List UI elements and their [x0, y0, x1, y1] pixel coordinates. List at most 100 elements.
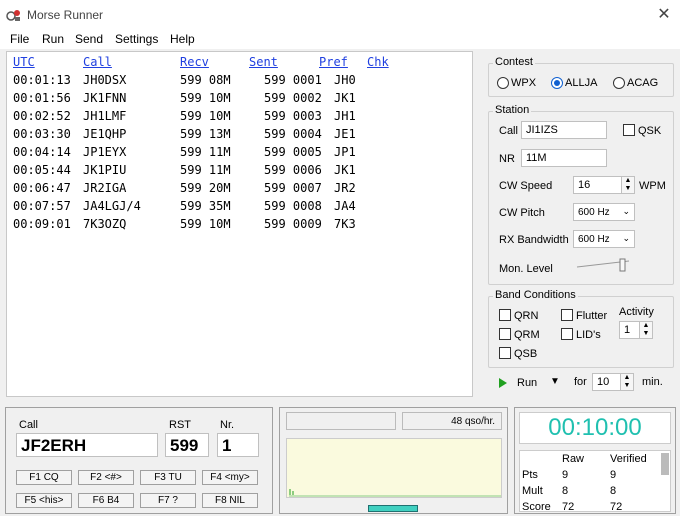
log-sent: 599 0001	[264, 73, 322, 87]
log-call: 7K3OZQ	[83, 217, 127, 231]
qrm-label[interactable]: QRM	[514, 329, 540, 341]
chevron-down-icon: ⌄	[622, 233, 630, 243]
log-pref: JK1	[334, 163, 356, 177]
menu-file[interactable]: File	[10, 32, 29, 46]
wpm-label: WPM	[639, 180, 666, 192]
log-sent: 599 0007	[264, 181, 322, 195]
cw-speed-label: CW Speed	[499, 180, 553, 192]
spin-updown-icon[interactable]: ▲ ▼	[621, 177, 634, 193]
qsb-checkbox[interactable]	[499, 347, 511, 359]
scrollbar[interactable]	[661, 453, 669, 475]
contest-legend: Contest	[493, 56, 535, 68]
station-call-input[interactable]: JI1IZS	[521, 121, 607, 139]
log-utc: 00:02:52	[13, 109, 71, 123]
log-call: JH1LMF	[83, 109, 127, 123]
rx-bandwidth-select[interactable]: 600 Hz ⌄	[573, 230, 635, 248]
log-utc: 00:04:14	[13, 145, 71, 159]
band-scope	[286, 438, 502, 498]
f5-his-button[interactable]: F5 <his>	[16, 493, 72, 508]
min-label: min.	[642, 376, 663, 388]
log-utc: 00:01:56	[13, 91, 71, 105]
log-call: JE1QHP	[83, 127, 127, 141]
f1-cq-button[interactable]: F1 CQ	[16, 470, 72, 485]
flutter-label[interactable]: Flutter	[576, 310, 607, 322]
qrn-label[interactable]: QRN	[514, 310, 538, 322]
col-recv[interactable]: Recv	[180, 55, 209, 69]
contest-group: Contest WPX ALLJA ACAG	[488, 56, 674, 97]
menu-run[interactable]: Run	[42, 32, 64, 46]
close-icon[interactable]: ✕	[652, 4, 676, 26]
score-panel: 00:10:00 Raw Verified Pts 9 9 Mult 8 8 S…	[514, 407, 676, 514]
radio-allja-label[interactable]: ALLJA	[565, 77, 597, 89]
qso-log[interactable]: UTC Call Recv Sent Pref Chk 00:01:13 JH0D…	[6, 51, 473, 397]
lids-checkbox[interactable]	[561, 328, 573, 340]
run-button[interactable]: Run	[517, 377, 537, 389]
log-recv: 599 13M	[180, 127, 231, 141]
menu-send[interactable]: Send	[75, 32, 103, 46]
log-call: JR2IGA	[83, 181, 127, 195]
play-icon[interactable]	[499, 378, 507, 388]
entry-call-input[interactable]: JF2ERH	[16, 433, 158, 457]
f7-question-button[interactable]: F7 ?	[140, 493, 196, 508]
radio-wpx-label[interactable]: WPX	[511, 77, 536, 89]
f8-nil-button[interactable]: F8 NIL	[202, 493, 258, 508]
monitor-panel: 48 qso/hr.	[279, 407, 508, 514]
band-conditions-legend: Band Conditions	[493, 289, 578, 301]
col-utc[interactable]: UTC	[13, 55, 35, 69]
score-verified-value: 72	[610, 501, 623, 513]
entry-nr-input[interactable]: 1	[217, 433, 259, 457]
cw-pitch-select[interactable]: 600 Hz ⌄	[573, 203, 635, 221]
station-legend: Station	[493, 104, 532, 116]
activity-spinner[interactable]: 1 ▲ ▼	[619, 321, 653, 339]
spin-updown-icon[interactable]: ▲ ▼	[639, 322, 652, 338]
f6-b4-button[interactable]: F6 B4	[78, 493, 134, 508]
log-utc: 00:07:57	[13, 199, 71, 213]
cw-speed-spinner[interactable]: 16 ▲ ▼	[573, 176, 635, 194]
entry-rst-input[interactable]: 599	[165, 433, 209, 457]
rx-bandwidth-value: 600 Hz	[578, 234, 610, 245]
f4-my-button[interactable]: F4 <my>	[202, 470, 258, 485]
radio-acag[interactable]	[613, 77, 625, 89]
log-sent: 599 0005	[264, 145, 322, 159]
mon-level-slider[interactable]	[575, 257, 633, 273]
col-call[interactable]: Call	[83, 55, 112, 69]
log-pref: JR2	[334, 181, 356, 195]
qsk-checkbox[interactable]	[623, 124, 635, 136]
log-sent: 599 0003	[264, 109, 322, 123]
log-sent: 599 0004	[264, 127, 322, 141]
radio-allja[interactable]	[551, 77, 563, 89]
lids-label[interactable]: LID's	[576, 329, 601, 341]
col-sent[interactable]: Sent	[249, 55, 278, 69]
radio-acag-label[interactable]: ACAG	[627, 77, 658, 89]
nr-input[interactable]: 11M	[521, 149, 607, 167]
log-sent: 599 0006	[264, 163, 322, 177]
radio-wpx[interactable]	[497, 77, 509, 89]
slider-thumb[interactable]	[619, 258, 626, 272]
qrn-checkbox[interactable]	[499, 309, 511, 321]
col-pref[interactable]: Pref	[319, 55, 348, 69]
run-dropdown-icon[interactable]: ▼	[550, 376, 560, 387]
minutes-spinner[interactable]: 10 ▲ ▼	[592, 373, 634, 391]
f3-tu-button[interactable]: F3 TU	[140, 470, 196, 485]
qsb-label[interactable]: QSB	[514, 348, 537, 360]
f2-exchange-button[interactable]: F2 <#>	[78, 470, 134, 485]
qrm-checkbox[interactable]	[499, 328, 511, 340]
log-utc: 00:09:01	[13, 217, 71, 231]
spin-updown-icon[interactable]: ▲ ▼	[620, 374, 633, 390]
score-row-label: Mult	[522, 485, 543, 497]
col-chk[interactable]: Chk	[367, 55, 389, 69]
log-recv: 599 11M	[180, 145, 231, 159]
log-call: JH0DSX	[83, 73, 127, 87]
qsk-label[interactable]: QSK	[638, 125, 661, 137]
menu-help[interactable]: Help	[170, 32, 195, 46]
log-utc: 00:01:13	[13, 73, 71, 87]
rate-display: 48 qso/hr.	[402, 412, 502, 430]
score-row-label: Pts	[522, 469, 538, 481]
log-recv: 599 10M	[180, 217, 231, 231]
flutter-checkbox[interactable]	[561, 309, 573, 321]
log-sent: 599 0002	[264, 91, 322, 105]
log-pref: JH0	[334, 73, 356, 87]
menu-settings[interactable]: Settings	[115, 32, 158, 46]
rx-bandwidth-label: RX Bandwidth	[499, 234, 569, 246]
log-pref: JP1	[334, 145, 356, 159]
